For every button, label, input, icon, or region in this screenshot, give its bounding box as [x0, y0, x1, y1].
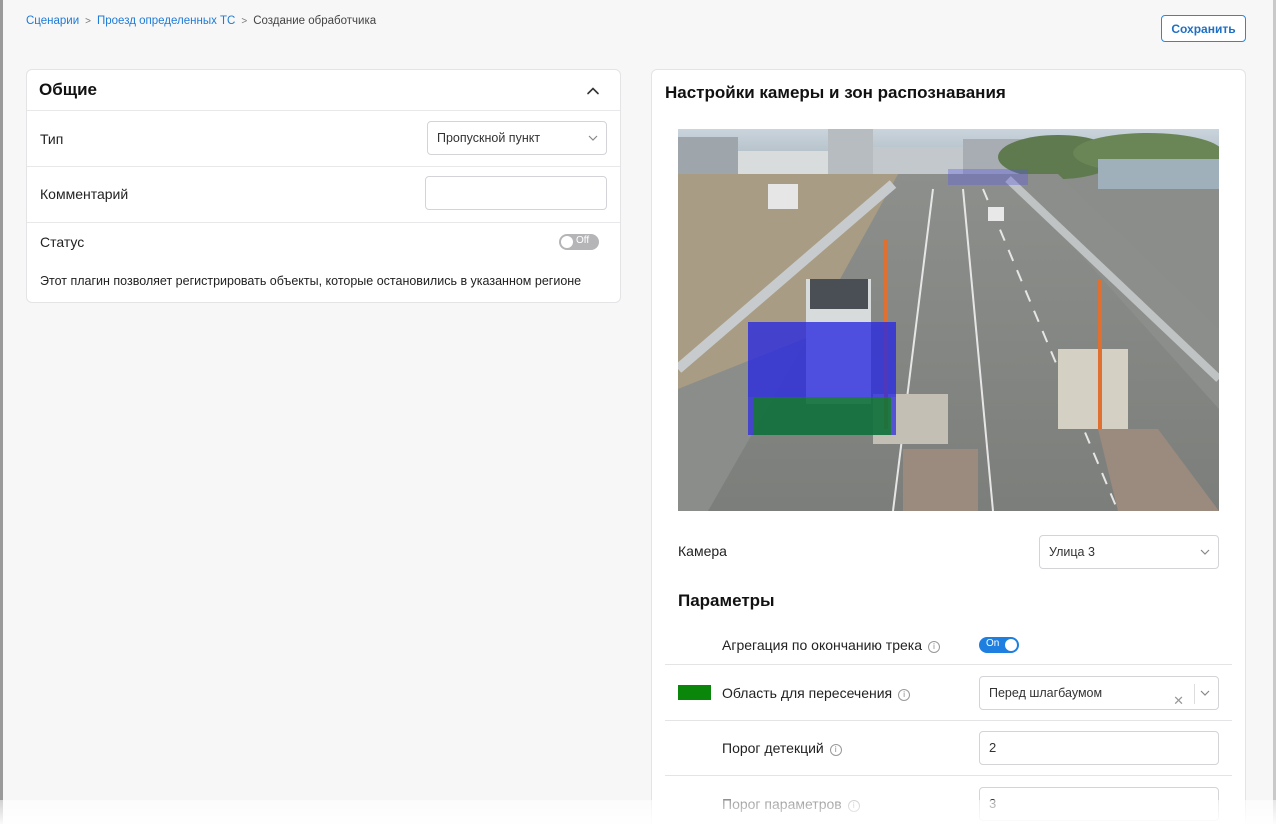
comment-row: Комментарий: [27, 167, 620, 223]
type-row: Тип Пропускной пункт: [27, 111, 620, 167]
camera-frame-image: [678, 129, 1219, 511]
status-toggle-text: Off: [576, 235, 590, 246]
info-icon[interactable]: i: [829, 744, 842, 756]
general-card: Общие Тип Пропускной пункт Комментарий С…: [26, 69, 621, 303]
breadcrumb-separator: >: [85, 15, 91, 27]
chevron-down-icon: [588, 135, 598, 141]
aggregation-label: Агрегация по окончанию трека: [722, 637, 922, 653]
params-title: Параметры: [678, 591, 775, 610]
chevron-up-icon[interactable]: [586, 84, 600, 98]
area-color-swatch: [678, 685, 711, 700]
info-icon[interactable]: i: [927, 641, 940, 653]
area-select-value: Перед шлагбаумом: [989, 686, 1103, 700]
select-separator: [1194, 684, 1195, 704]
area-label: Область для пересечения: [722, 685, 893, 701]
bottom-fade: [0, 800, 1276, 824]
camera-preview[interactable]: [678, 129, 1219, 511]
info-icon[interactable]: i: [898, 689, 911, 701]
status-toggle[interactable]: Off: [559, 234, 599, 250]
type-select[interactable]: Пропускной пункт: [427, 121, 607, 155]
aggregation-toggle-text: On: [986, 638, 1000, 649]
camera-settings-title: Настройки камеры и зон распознавания: [665, 83, 1006, 102]
aggregation-row-label: Агрегация по окончанию трека i: [722, 637, 940, 653]
camera-select[interactable]: Улица 3: [1039, 535, 1219, 569]
area-select[interactable]: Перед шлагбаумом ✕: [979, 676, 1219, 710]
general-card-header: Общие: [27, 70, 620, 111]
status-label: Статус: [40, 234, 85, 250]
area-row-label: Область для пересечения i: [722, 685, 911, 701]
save-button[interactable]: Сохранить: [1161, 15, 1246, 42]
detect-threshold-input[interactable]: 2: [979, 731, 1219, 765]
aggregation-toggle[interactable]: On: [979, 637, 1019, 653]
detect-threshold-row-label: Порог детекций i: [722, 740, 842, 756]
clear-icon[interactable]: ✕: [1173, 685, 1184, 717]
comment-input[interactable]: [425, 176, 607, 210]
divider: [665, 775, 1232, 776]
type-label: Тип: [40, 131, 64, 147]
plugin-description: Этот плагин позволяет регистрировать объ…: [40, 274, 582, 288]
detect-threshold-label: Порог детекций: [722, 740, 824, 756]
camera-settings-card: Настройки камеры и зон распознавания Кам…: [651, 69, 1246, 824]
general-card-title: Общие: [39, 80, 97, 99]
type-select-value: Пропускной пункт: [437, 131, 541, 145]
breadcrumb-link-vehicle-pass[interactable]: Проезд определенных ТС: [97, 15, 235, 27]
breadcrumb-link-scenarios[interactable]: Сценарии: [26, 15, 79, 27]
chevron-down-icon: [1200, 549, 1210, 555]
zone-green[interactable]: [753, 397, 891, 435]
breadcrumb-current: Создание обработчика: [253, 15, 377, 27]
divider: [665, 720, 1232, 721]
comment-label: Комментарий: [40, 186, 129, 202]
divider: [665, 664, 1232, 665]
window-edge-left: [0, 0, 3, 824]
camera-select-value: Улица 3: [1049, 545, 1095, 559]
camera-label: Камера: [678, 543, 727, 559]
toggle-knob: [1005, 639, 1017, 651]
breadcrumb-separator: >: [241, 15, 248, 27]
toggle-knob: [561, 236, 573, 248]
chevron-down-icon: [1200, 690, 1210, 696]
breadcrumb: Сценарии > Проезд определенных ТС > Созд…: [26, 15, 376, 27]
